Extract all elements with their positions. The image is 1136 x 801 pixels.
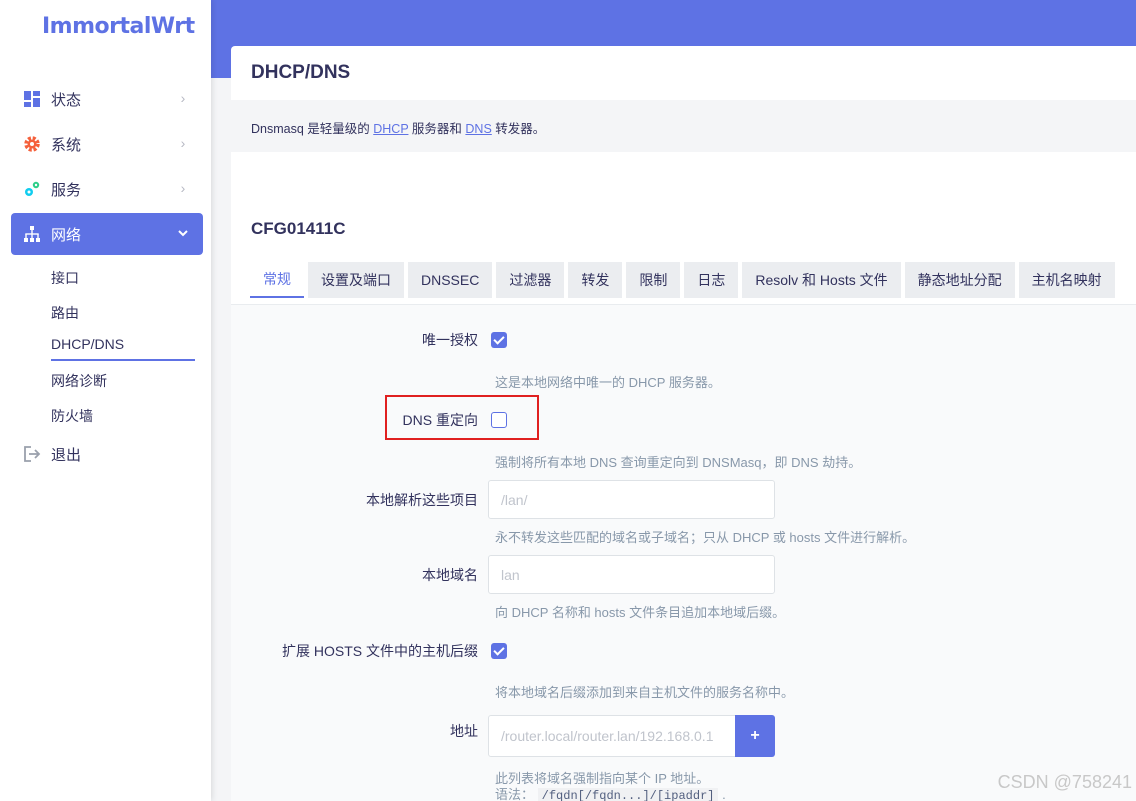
chevron-right-icon: › (180, 135, 186, 151)
sub-item-diagnostics[interactable]: 网络诊断 (51, 371, 107, 391)
dns-redirect-hint: 强制将所有本地 DNS 查询重定向到 DNSMasq，即 DNS 劫持。 (495, 455, 862, 470)
tab-forward[interactable]: 转发 (568, 262, 623, 298)
settings-card: CFG01411C 常规 设置及端口 DNSSEC 过滤器 转发 限制 日志 R… (231, 152, 1136, 801)
domain-hint: 向 DHCP 名称和 hosts 文件条目追加本地域后缀。 (495, 605, 786, 620)
tab-dnssec[interactable]: DNSSEC (408, 262, 493, 298)
chevron-right-icon: › (180, 90, 186, 106)
tab-static-leases[interactable]: 静态地址分配 (904, 262, 1015, 298)
sub-item-firewall[interactable]: 防火墙 (51, 406, 93, 426)
section-title: CFG01411C (251, 219, 346, 238)
domain-label: 本地域名 (422, 567, 478, 583)
dns-link[interactable]: DNS (465, 122, 491, 136)
domain-input[interactable] (488, 555, 775, 594)
expandhosts-label: 扩展 HOSTS 文件中的主机后缀 (281, 643, 478, 659)
local-input[interactable] (488, 480, 775, 519)
sub-item-routes[interactable]: 路由 (51, 303, 79, 323)
dns-redirect-checkbox[interactable] (491, 412, 507, 428)
page-title-box: DHCP/DNS (231, 46, 1136, 100)
address-input[interactable] (488, 715, 736, 757)
address-label: 地址 (450, 723, 478, 739)
nav-item-status-label: 状态 (51, 91, 82, 109)
chevron-down-icon (175, 225, 191, 241)
tab-limits[interactable]: 限制 (626, 262, 681, 298)
address-syntax: 语法： /fqdn[/fqdn...]/[ipaddr] . (495, 784, 726, 801)
syntax-code: /fqdn[/fqdn...]/[ipaddr] (537, 788, 719, 801)
sub-item-interfaces[interactable]: 接口 (51, 268, 79, 288)
tab-general[interactable]: 常规 (250, 262, 304, 298)
nav-item-status[interactable]: 状态 › (11, 78, 203, 120)
tab-hostnames[interactable]: 主机名映射 (1018, 262, 1115, 298)
sidebar: ImmortalWrt 状态 › 系统 › 服务 › 网络 接口 路由 DHCP… (0, 0, 211, 801)
authoritative-checkbox[interactable] (491, 332, 507, 348)
cogs-icon (23, 180, 41, 198)
tab-resolv-hosts[interactable]: Resolv 和 Hosts 文件 (742, 262, 901, 298)
dns-redirect-label: DNS 重定向 (402, 412, 478, 428)
network-icon (23, 225, 41, 243)
nav-item-system-label: 系统 (51, 136, 82, 154)
nav-item-logout[interactable]: 退出 (11, 433, 203, 475)
gear-icon (23, 135, 41, 153)
logout-icon (23, 445, 41, 463)
chevron-right-icon: › (180, 180, 186, 196)
add-address-button[interactable]: + (735, 715, 775, 757)
page-title: DHCP/DNS (251, 62, 351, 83)
syntax-label: 语法： (495, 787, 535, 801)
authoritative-label: 唯一授权 (422, 332, 478, 348)
dashboard-icon (23, 90, 41, 108)
desc-text: 转发器。 (491, 122, 546, 136)
nav-item-services-label: 服务 (51, 181, 82, 199)
tab-filter[interactable]: 过滤器 (496, 262, 565, 298)
brand-logo[interactable]: ImmortalWrt (42, 14, 195, 39)
nav-item-logout-label: 退出 (51, 446, 82, 464)
active-sub-indicator (51, 359, 195, 361)
local-label: 本地解析这些项目 (366, 492, 478, 508)
nav-item-network[interactable]: 网络 (11, 213, 203, 255)
watermark: CSDN @758241 (997, 772, 1132, 792)
tab-devices-ports[interactable]: 设置及端口 (308, 262, 404, 298)
nav-item-system[interactable]: 系统 › (11, 123, 203, 165)
authoritative-hint: 这是本地网络中唯一的 DHCP 服务器。 (495, 375, 721, 390)
nav-item-network-label: 网络 (51, 226, 82, 244)
page-description: Dnsmasq 是轻量级的 DHCP 服务器和 DNS 转发器。 (251, 118, 545, 137)
expandhosts-hint: 将本地域名后缀添加到来自主机文件的服务名称中。 (495, 685, 795, 700)
desc-text: 服务器和 (408, 122, 466, 136)
tab-bar: 常规 设置及端口 DNSSEC 过滤器 转发 限制 日志 Resolv 和 Ho… (250, 262, 1115, 298)
desc-text: Dnsmasq 是轻量级的 (251, 122, 374, 136)
tab-logging[interactable]: 日志 (684, 262, 739, 298)
dhcp-link[interactable]: DHCP (373, 122, 408, 136)
syntax-end: . (722, 787, 726, 801)
local-hint: 永不转发这些匹配的域名或子域名；只从 DHCP 或 hosts 文件进行解析。 (495, 530, 916, 545)
expandhosts-checkbox[interactable] (491, 643, 507, 659)
sub-item-dhcp-dns[interactable]: DHCP/DNS (51, 336, 124, 352)
nav-item-services[interactable]: 服务 › (11, 168, 203, 210)
